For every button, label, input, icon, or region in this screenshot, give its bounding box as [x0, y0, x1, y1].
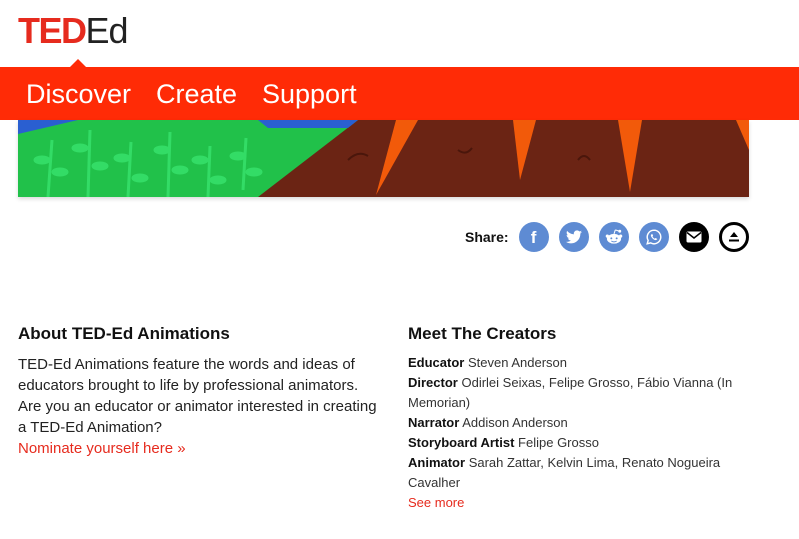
email-share-button[interactable]: [678, 222, 709, 252]
see-more-link[interactable]: See more: [408, 493, 758, 513]
credit-names: Steven Anderson: [467, 355, 567, 370]
nav-create[interactable]: Create: [156, 79, 237, 109]
email-icon: [686, 231, 702, 243]
share-label: Share:: [465, 229, 509, 245]
twitter-share-button[interactable]: [558, 222, 589, 252]
credit-educator: Educator Steven Anderson: [408, 353, 758, 373]
about-section-title: About TED-Ed Animations: [18, 324, 230, 343]
facebook-share-button[interactable]: f: [518, 222, 549, 252]
credit-storyboard-artist: Storyboard Artist Felipe Grosso: [408, 433, 758, 453]
creators-list: Educator Steven Anderson Director Odirle…: [408, 353, 758, 513]
credit-animator: Animator Sarah Zattar, Kelvin Lima, Rena…: [408, 453, 758, 493]
credit-director: Director Odirlei Seixas, Felipe Grosso, …: [408, 373, 758, 413]
about-section: TED-Ed Animations feature the words and …: [18, 354, 378, 459]
twitter-icon: [565, 230, 582, 244]
whatsapp-icon: [645, 229, 662, 245]
logo-ed-text: Ed: [85, 10, 129, 51]
share-bar: Share: f: [465, 222, 749, 252]
hero-illustration: [18, 120, 749, 197]
whatsapp-share-button[interactable]: [638, 222, 669, 252]
credit-role: Narrator: [408, 415, 460, 430]
logo-ted-text: TED: [18, 10, 87, 51]
creators-section-title: Meet The Creators: [408, 324, 557, 343]
nav-support[interactable]: Support: [262, 79, 357, 109]
credit-role: Storyboard Artist: [408, 435, 515, 450]
reddit-icon: [605, 229, 622, 244]
ted-ed-logo[interactable]: TED Ed: [18, 10, 129, 51]
nominate-link[interactable]: Nominate yourself here »: [18, 440, 186, 457]
nav-discover[interactable]: Discover: [26, 79, 131, 109]
credit-role: Animator: [408, 455, 466, 470]
main-nav-bar: Discover Create Support: [0, 59, 799, 120]
more-share-button[interactable]: [718, 222, 749, 252]
credit-narrator: Narrator Addison Anderson: [408, 413, 758, 433]
credit-names: Felipe Grosso: [518, 435, 599, 450]
credit-role: Director: [408, 375, 458, 390]
credit-role: Educator: [408, 355, 465, 370]
reddit-share-button[interactable]: [598, 222, 629, 252]
active-nav-caret: [70, 59, 86, 67]
share-more-icon: [728, 232, 739, 242]
facebook-icon: f: [530, 227, 537, 247]
lesson-hero-image: [18, 120, 749, 197]
credit-names: Addison Anderson: [462, 415, 568, 430]
about-body-text: TED-Ed Animations feature the words and …: [18, 356, 377, 436]
